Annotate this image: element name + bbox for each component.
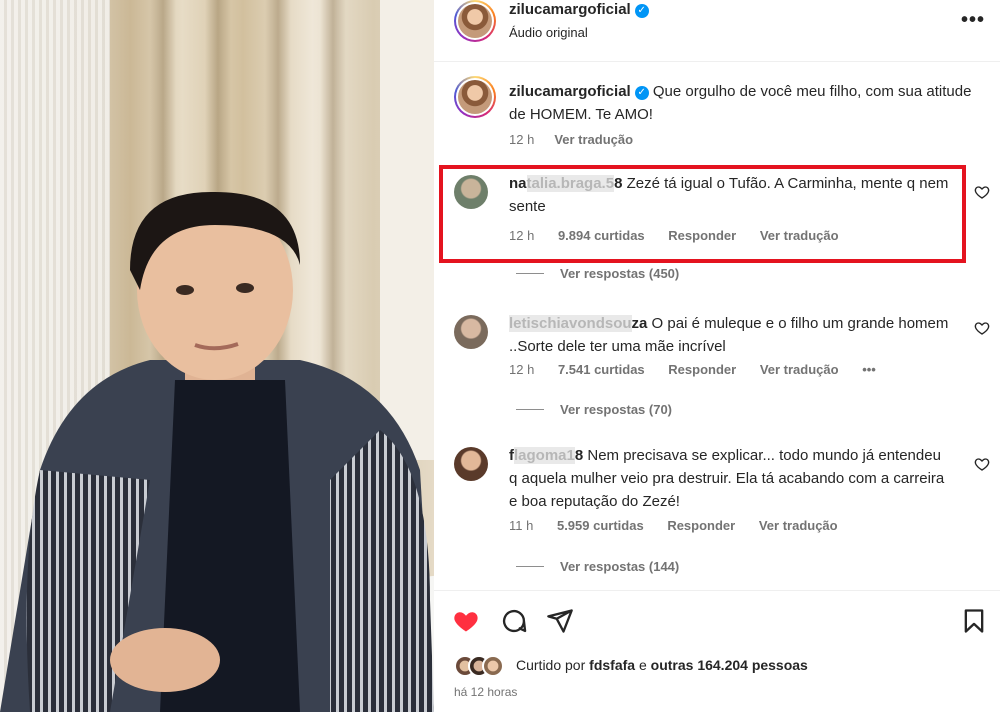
bookmark-icon[interactable] — [960, 607, 988, 635]
caption-avatar[interactable] — [454, 76, 496, 118]
comment-avatar[interactable] — [454, 447, 488, 481]
post-actions: Curtido por fdsfafa e outras 164.204 pes… — [434, 590, 1000, 712]
view-replies-button[interactable]: Ver respostas (450) — [516, 266, 679, 281]
liker-avatar[interactable] — [482, 655, 504, 677]
comment-avatar[interactable] — [454, 315, 488, 349]
share-icon[interactable] — [546, 607, 574, 635]
verified-badge-icon: ✓ — [634, 4, 649, 18]
comment-likes[interactable]: 5.959 curtidas — [557, 518, 644, 533]
comment-more-icon[interactable]: ••• — [862, 362, 876, 377]
heart-filled-icon[interactable] — [452, 607, 480, 635]
post-panel: zilucamargoficial ✓ Áudio original ••• zi… — [434, 0, 1000, 712]
view-replies-button[interactable]: Ver respostas (144) — [516, 559, 679, 574]
highlight-box — [439, 165, 966, 263]
caption-translate-link[interactable]: Ver tradução — [554, 132, 633, 147]
verified-badge-icon: ✓ — [634, 86, 649, 100]
comment-icon[interactable] — [500, 607, 528, 635]
heart-outline-icon[interactable] — [974, 184, 990, 200]
comment-username[interactable]: letischiavondsouza — [509, 315, 647, 332]
more-horizontal-icon[interactable]: ••• — [958, 10, 988, 34]
reply-button[interactable]: Responder — [667, 518, 735, 533]
likes-summary[interactable]: Curtido por fdsfafa e outras 164.204 pes… — [516, 657, 808, 673]
avatar[interactable] — [454, 0, 496, 42]
view-replies-button[interactable]: Ver respostas (70) — [516, 402, 672, 417]
video-player[interactable] — [0, 0, 434, 712]
reply-button[interactable]: Responder — [668, 362, 736, 377]
person-video-frame — [0, 191, 434, 712]
translate-link[interactable]: Ver tradução — [760, 362, 839, 377]
comment-time: 11 h — [509, 518, 534, 533]
comment-likes[interactable]: 7.541 curtidas — [558, 362, 645, 377]
post-timestamp[interactable]: há 12 horas — [454, 685, 517, 699]
post-header: zilucamargoficial ✓ Áudio original ••• — [434, 0, 1000, 62]
audio-label[interactable]: Áudio original — [509, 25, 588, 40]
header-username[interactable]: zilucamargoficial ✓ — [509, 1, 649, 18]
heart-outline-icon[interactable] — [974, 320, 990, 336]
comment-username[interactable]: flagoma18 — [509, 447, 583, 464]
caption-username[interactable]: zilucamargoficial — [509, 83, 631, 100]
caption-time: 12 h — [509, 132, 535, 147]
heart-outline-icon[interactable] — [974, 456, 990, 472]
translate-link[interactable]: Ver tradução — [759, 518, 838, 533]
comment-time: 12 h — [509, 362, 535, 377]
